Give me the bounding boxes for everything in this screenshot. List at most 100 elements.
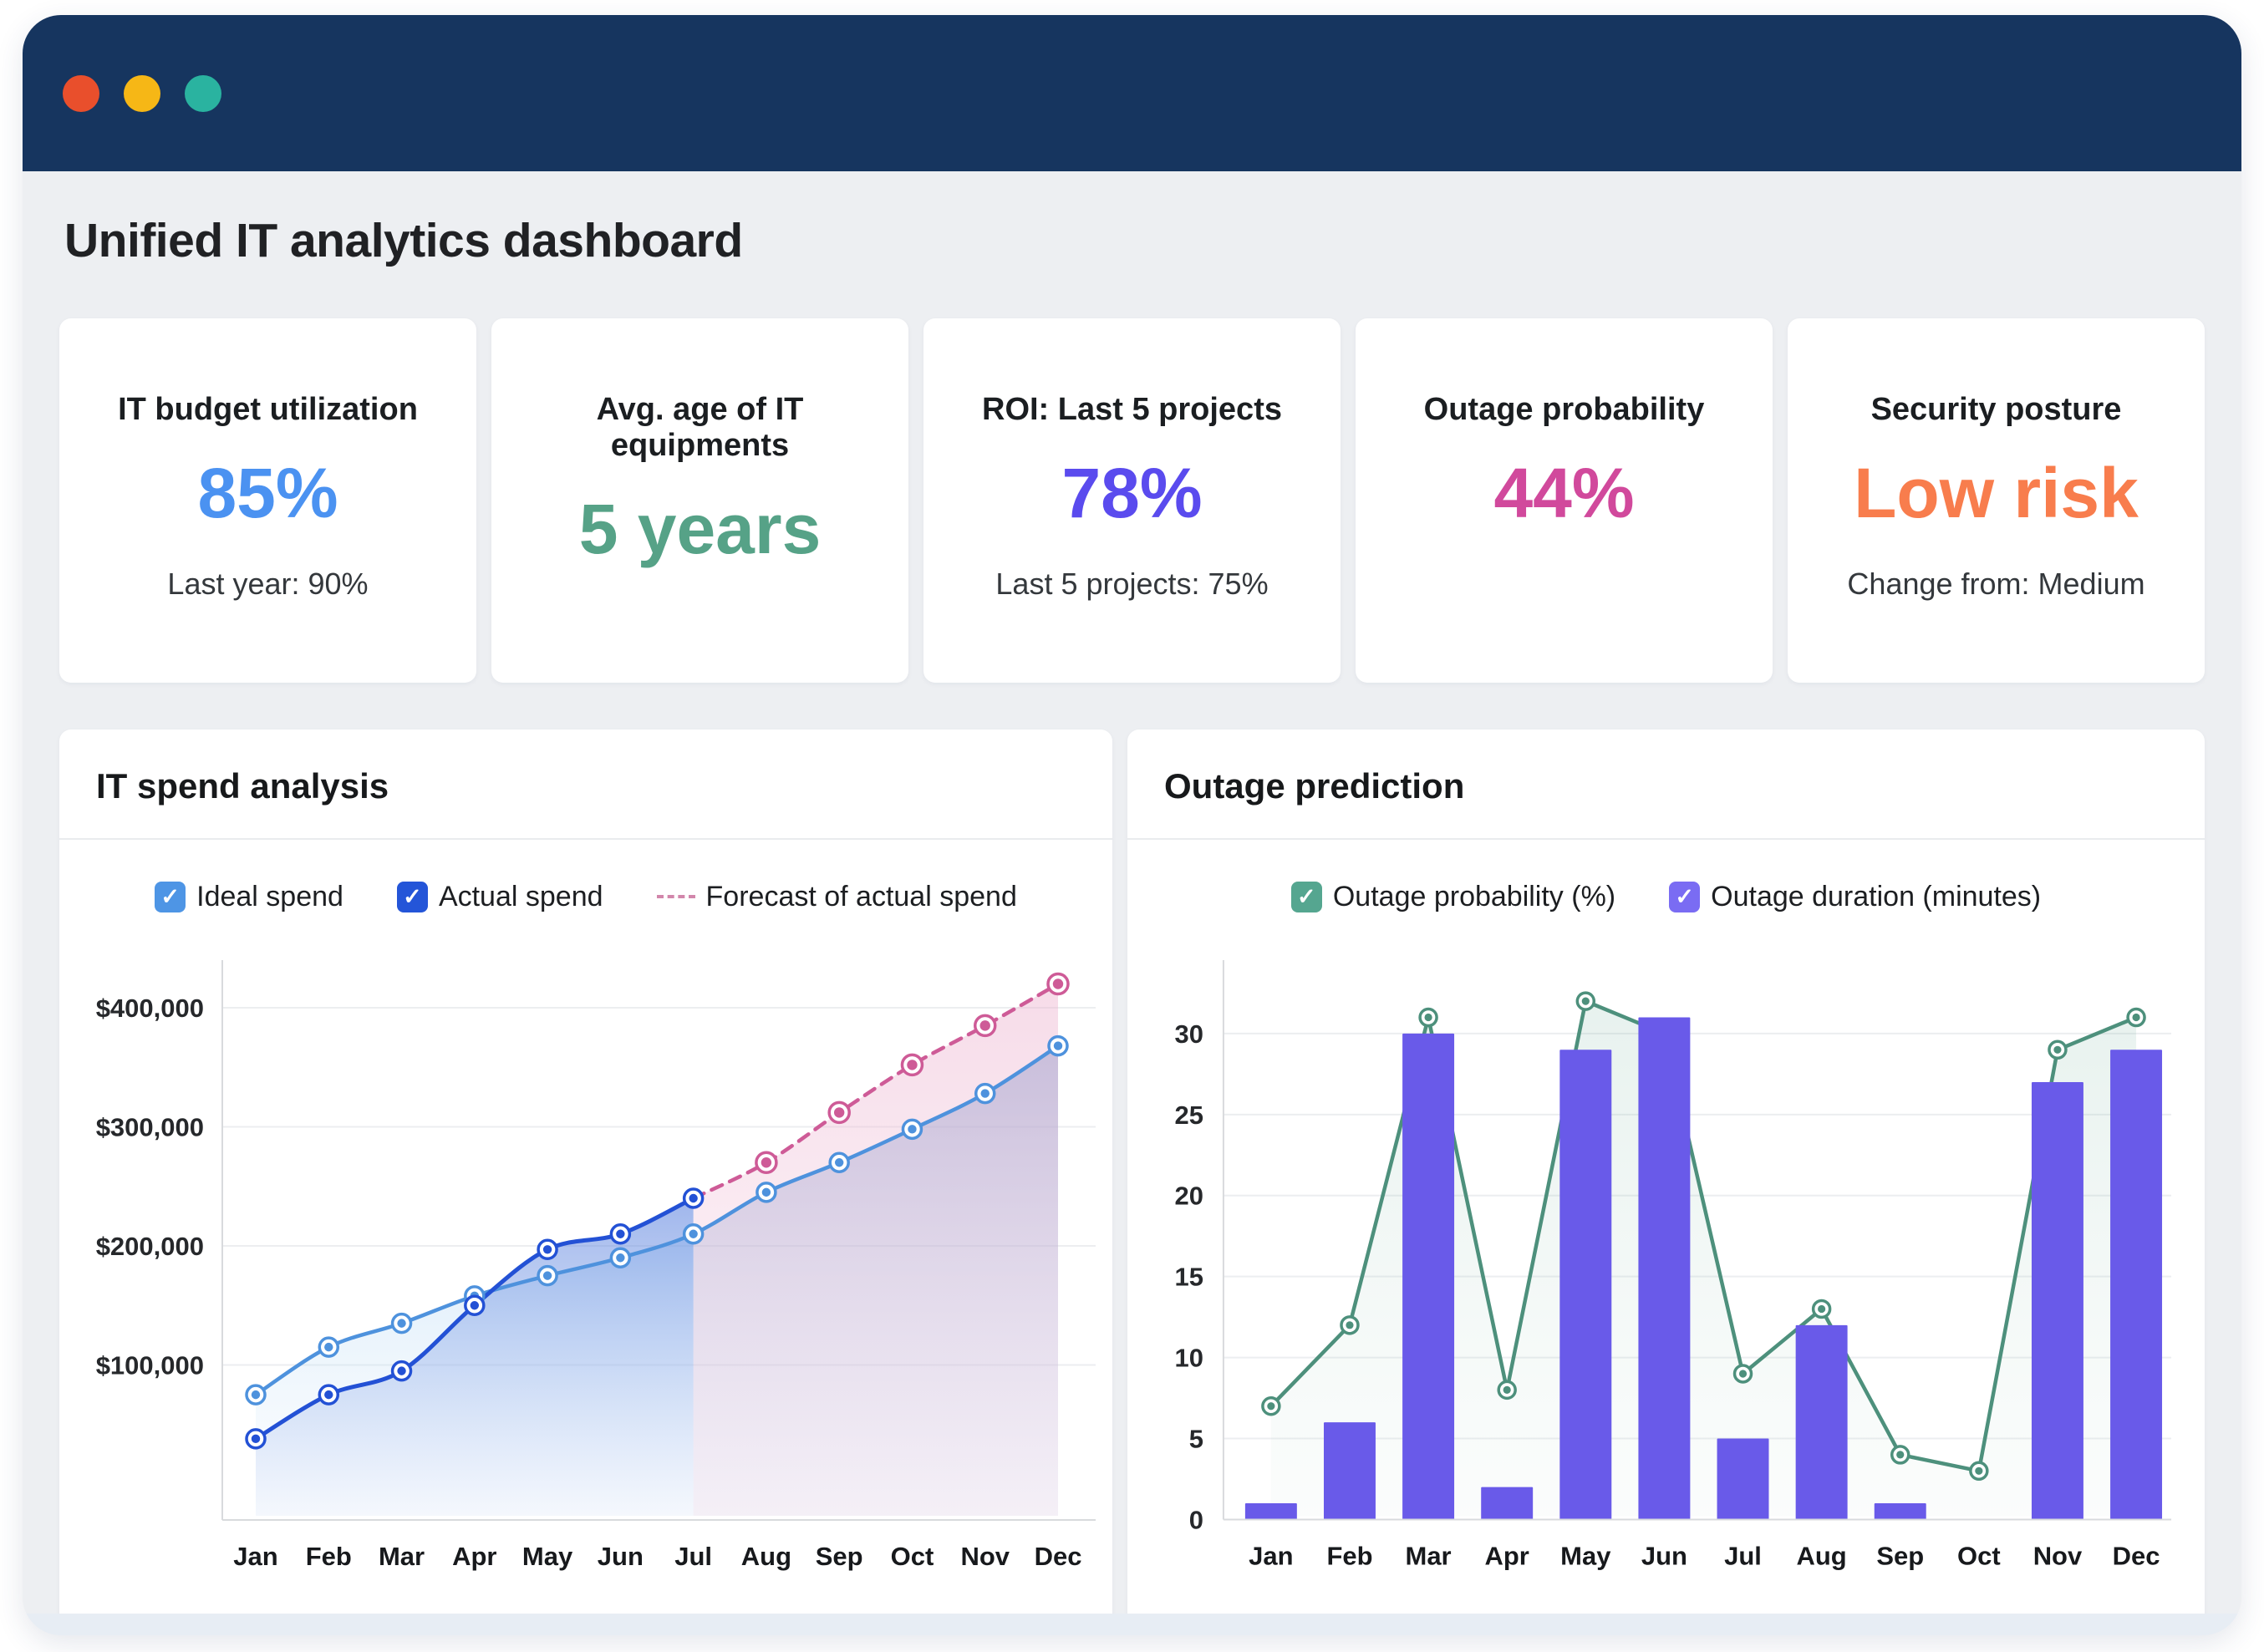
- svg-text:Sep: Sep: [816, 1542, 863, 1571]
- svg-text:Nov: Nov: [960, 1542, 1010, 1571]
- panel-header: IT spend analysis: [59, 729, 1112, 840]
- svg-text:Jul: Jul: [1724, 1541, 1762, 1570]
- svg-text:0: 0: [1189, 1505, 1203, 1534]
- legend-item-forecast-of-actual-spend: Forecast of actual spend: [657, 881, 1017, 913]
- kpi-value: 44%: [1493, 458, 1634, 528]
- svg-text:10: 10: [1174, 1344, 1203, 1373]
- kpi-card-it-budget-utilization: IT budget utilization 85% Last year: 90%: [59, 318, 476, 683]
- kpi-row: IT budget utilization 85% Last year: 90%…: [59, 318, 2205, 683]
- svg-text:30: 30: [1174, 1019, 1203, 1049]
- outage-legend: ✓ Outage probability (%) ✓ Outage duration …: [1127, 878, 2205, 915]
- dashboard-body: Unified IT analytics dashboard IT budget…: [23, 213, 2241, 1629]
- legend-label: Actual spend: [439, 881, 603, 913]
- charts-row: IT spend analysis ✓ Ideal spend ✓ Actual sp…: [59, 729, 2205, 1629]
- legend-item-actual-spend[interactable]: ✓ Actual spend: [397, 881, 603, 913]
- svg-text:Aug: Aug: [1797, 1541, 1847, 1570]
- svg-text:May: May: [1560, 1541, 1611, 1570]
- svg-text:Jun: Jun: [1641, 1541, 1687, 1570]
- legend-label: Ideal spend: [196, 881, 343, 913]
- spend-y-axis-labels: $100,000$200,000$300,000$400,000: [96, 994, 204, 1380]
- kpi-card-roi-last-5-projects: ROI: Last 5 projects 78% Last 5 projects…: [923, 318, 1341, 683]
- svg-text:Aug: Aug: [741, 1542, 791, 1571]
- svg-text:Dec: Dec: [2113, 1541, 2160, 1570]
- bar-feb: [1324, 1422, 1376, 1519]
- kpi-subtext: Last year: 90%: [167, 567, 368, 602]
- kpi-title: Avg. age of IT equipments: [508, 392, 892, 464]
- svg-text:Jun: Jun: [598, 1542, 644, 1571]
- bar-nov: [2032, 1082, 2083, 1519]
- window-minimize-icon[interactable]: [124, 75, 160, 112]
- kpi-card-outage-probability: Outage probability 44%: [1356, 318, 1773, 683]
- svg-text:15: 15: [1174, 1263, 1203, 1292]
- svg-text:Feb: Feb: [306, 1542, 352, 1571]
- panel-it-spend-analysis: IT spend analysis ✓ Ideal spend ✓ Actual sp…: [59, 729, 1112, 1629]
- kpi-value: 85%: [197, 458, 338, 528]
- window-titlebar: [23, 15, 2241, 171]
- legend-label: Outage duration (minutes): [1711, 881, 2041, 913]
- bar-sep: [1875, 1503, 1926, 1519]
- svg-text:Apr: Apr: [452, 1542, 496, 1571]
- svg-text:May: May: [522, 1542, 573, 1571]
- panel-header: Outage prediction: [1127, 729, 2205, 840]
- svg-text:Jan: Jan: [1249, 1541, 1293, 1570]
- page: Unified IT analytics dashboard IT budget…: [0, 0, 2264, 1652]
- svg-text:Jul: Jul: [674, 1542, 712, 1571]
- svg-text:25: 25: [1174, 1100, 1203, 1130]
- checkbox-checked-icon[interactable]: ✓: [155, 882, 186, 912]
- outage-probability-area: [1271, 1001, 2136, 1516]
- window-maximize-icon[interactable]: [185, 75, 221, 112]
- svg-text:$100,000: $100,000: [96, 1351, 204, 1380]
- svg-text:Sep: Sep: [1876, 1541, 1924, 1570]
- bar-aug: [1796, 1325, 1848, 1520]
- it-spend-legend: ✓ Ideal spend ✓ Actual spend Forecast of act…: [59, 878, 1112, 915]
- it-spend-chart: $100,000$200,000$300,000$400,000JanFebMa…: [59, 927, 1112, 1612]
- bar-jun: [1638, 1018, 1690, 1520]
- svg-text:20: 20: [1174, 1182, 1203, 1211]
- dashed-line-icon: [657, 895, 695, 898]
- svg-text:Apr: Apr: [1485, 1541, 1529, 1570]
- kpi-title: Outage probability: [1424, 392, 1705, 428]
- kpi-value: Low risk: [1854, 458, 2139, 528]
- app-window: Unified IT analytics dashboard IT budget…: [23, 15, 2241, 1635]
- bar-jan: [1245, 1503, 1297, 1519]
- kpi-subtext: Change from: Medium: [1847, 567, 2144, 602]
- bar-apr: [1481, 1487, 1533, 1520]
- kpi-card-security-posture: Security posture Low risk Change from: M…: [1788, 318, 2205, 683]
- legend-item-outage-probability[interactable]: ✓ Outage probability (%): [1291, 881, 1615, 913]
- outage-x-axis-labels: Jan Feb Mar Apr May Jun Jul Aug Sep Oct Nov Dec: [1249, 1541, 2160, 1570]
- svg-text:Oct: Oct: [891, 1542, 934, 1571]
- bar-may: [1559, 1050, 1611, 1519]
- kpi-value: 5 years: [579, 494, 822, 564]
- legend-item-ideal-spend[interactable]: ✓ Ideal spend: [155, 881, 343, 913]
- bar-jul: [1717, 1439, 1769, 1520]
- bar-mar: [1402, 1034, 1454, 1520]
- checkbox-checked-icon[interactable]: ✓: [1669, 882, 1700, 912]
- kpi-card-avg-age-it-equipments: Avg. age of IT equipments 5 years: [491, 318, 908, 683]
- svg-text:Dec: Dec: [1035, 1542, 1082, 1571]
- kpi-value: 78%: [1061, 458, 1202, 528]
- kpi-title: IT budget utilization: [118, 392, 418, 428]
- kpi-subtext: Last 5 projects: 75%: [995, 567, 1268, 602]
- window-close-icon[interactable]: [63, 75, 99, 112]
- checkbox-checked-icon[interactable]: ✓: [1291, 882, 1322, 912]
- svg-text:5: 5: [1189, 1425, 1203, 1454]
- svg-text:Nov: Nov: [2033, 1541, 2083, 1570]
- svg-text:$200,000: $200,000: [96, 1232, 204, 1261]
- spend-x-axis-labels: JanFebMarAprMayJunJulAugSepOctNovDec: [233, 1542, 1081, 1571]
- svg-text:Oct: Oct: [1957, 1541, 2001, 1570]
- kpi-title: ROI: Last 5 projects: [982, 392, 1282, 428]
- bar-dec: [2110, 1050, 2162, 1519]
- svg-text:$400,000: $400,000: [96, 994, 204, 1023]
- panel-outage-prediction: Outage prediction ✓ Outage probability (%…: [1127, 729, 2205, 1629]
- outage-y-axis-labels: 0 5 10 15 20 25 30: [1174, 1019, 1203, 1535]
- panel-title: IT spend analysis: [96, 766, 1076, 806]
- panel-title: Outage prediction: [1164, 766, 2168, 806]
- checkbox-checked-icon[interactable]: ✓: [397, 882, 428, 912]
- page-title: Unified IT analytics dashboard: [64, 213, 2205, 268]
- svg-text:Mar: Mar: [1406, 1541, 1452, 1570]
- outage-prediction-chart: 0 5 10 15 20 25 30 Jan Feb Mar Apr May Jun Jul Aug Sep O…: [1127, 927, 2205, 1611]
- legend-label: Outage probability (%): [1333, 881, 1615, 913]
- kpi-title: Security posture: [1871, 392, 2122, 428]
- legend-item-outage-duration-minutes[interactable]: ✓ Outage duration (minutes): [1669, 881, 2041, 913]
- svg-text:Feb: Feb: [1326, 1541, 1372, 1570]
